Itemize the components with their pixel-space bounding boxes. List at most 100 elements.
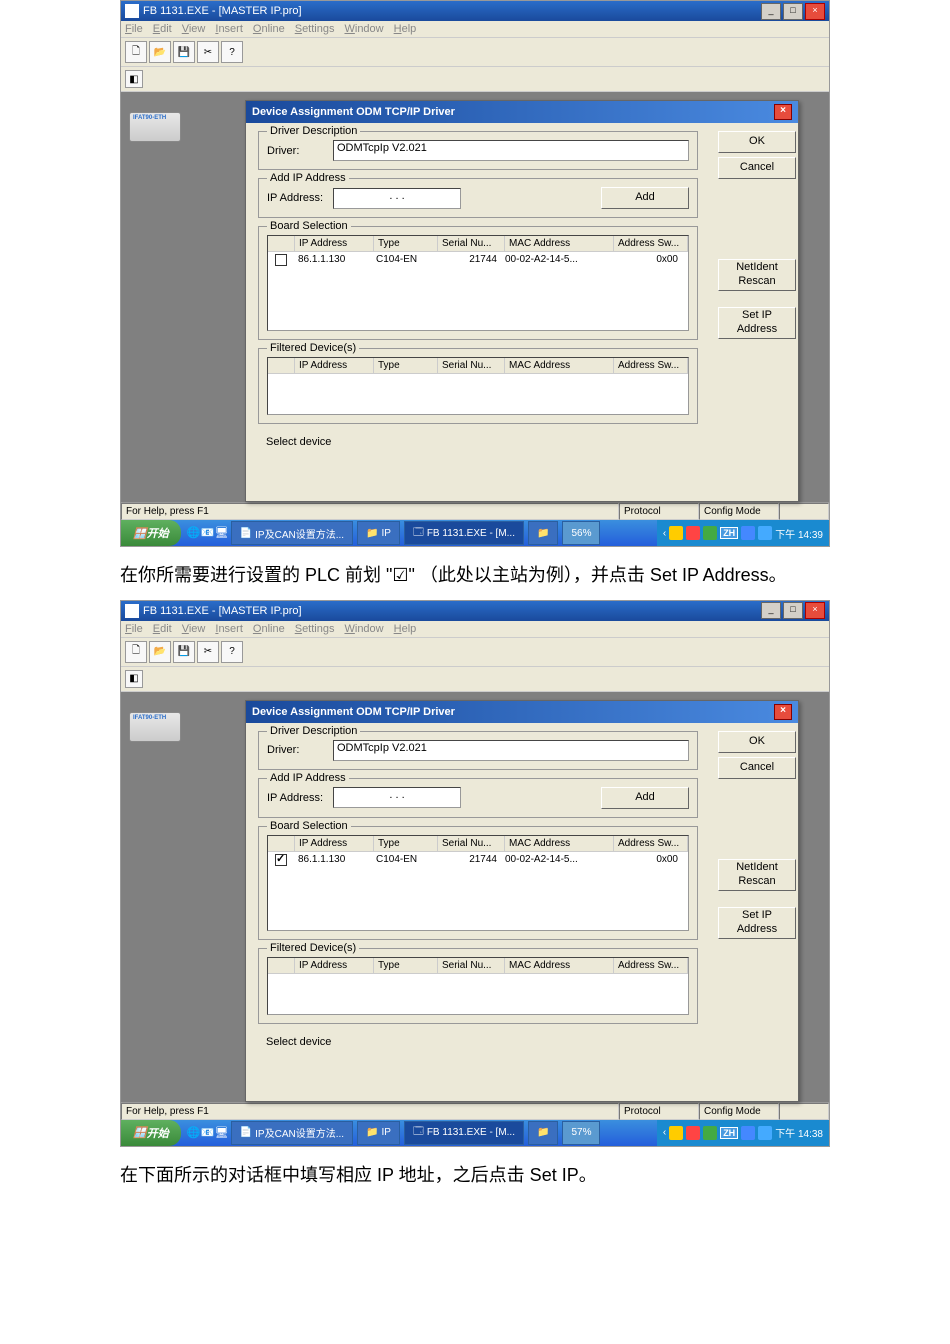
taskbar-item-active[interactable]: 🗔 FB 1131.EXE - [M... <box>404 1121 524 1145</box>
tray-icon[interactable] <box>669 526 683 540</box>
quick-launch-icon[interactable]: 📧 <box>201 1126 215 1140</box>
menu-edit[interactable]: Edit <box>153 23 172 35</box>
taskbar-item[interactable]: 📄 IP及CAN设置方法... <box>231 521 353 545</box>
board-checkbox-checked[interactable] <box>275 854 287 866</box>
menu-view[interactable]: View <box>182 23 206 35</box>
taskbar-item[interactable]: 📁 IP <box>357 1121 400 1145</box>
taskbar-item[interactable]: 📁 <box>528 1121 558 1145</box>
driver-input[interactable]: ODMTcpIp V2.021 <box>333 740 689 761</box>
tray-icon[interactable] <box>741 1126 755 1140</box>
menu-insert[interactable]: Insert <box>215 23 243 35</box>
minimize-button[interactable]: _ <box>761 3 781 20</box>
ip-address-input[interactable]: . . . <box>333 787 461 808</box>
dialog-close-button[interactable]: × <box>774 104 792 120</box>
tray-icon[interactable] <box>741 526 755 540</box>
cancel-button[interactable]: Cancel <box>718 157 796 179</box>
taskbar-item[interactable]: 📄 IP及CAN设置方法... <box>231 1121 353 1145</box>
cut-button[interactable]: ✂ <box>197 41 219 63</box>
col-addr[interactable]: Address Sw... <box>614 836 688 851</box>
menu-insert[interactable]: Insert <box>215 623 243 635</box>
menu-view[interactable]: View <box>182 623 206 635</box>
help-button[interactable]: ? <box>221 641 243 663</box>
save-button[interactable]: 💾 <box>173 641 195 663</box>
add-button[interactable]: Add <box>601 187 689 209</box>
quick-launch-icon[interactable]: 🖥 <box>215 526 229 540</box>
board-checkbox[interactable] <box>275 254 287 266</box>
taskbar-percent[interactable]: 57% <box>562 1121 600 1145</box>
filtered-list[interactable]: IP Address Type Serial Nu... MAC Address… <box>267 357 689 415</box>
col-mac[interactable]: MAC Address <box>505 236 614 251</box>
maximize-button[interactable]: □ <box>783 3 803 20</box>
col-type[interactable]: Type <box>374 236 438 251</box>
col-serial[interactable]: Serial Nu... <box>438 236 505 251</box>
taskbar-item[interactable]: 📁 IP <box>357 521 400 545</box>
filtered-list[interactable]: IP Address Type Serial Nu... MAC Address… <box>267 957 689 1015</box>
menu-window[interactable]: Window <box>344 623 383 635</box>
col-addr[interactable]: Address Sw... <box>614 236 688 251</box>
open-button[interactable]: 📂 <box>149 41 171 63</box>
cancel-button[interactable]: Cancel <box>718 757 796 779</box>
add-button[interactable]: Add <box>601 787 689 809</box>
menu-settings[interactable]: Settings <box>295 23 335 35</box>
quick-launch-icon[interactable]: 📧 <box>201 526 215 540</box>
tray-icon[interactable] <box>703 526 717 540</box>
device-icon[interactable] <box>129 112 181 142</box>
tray-icon[interactable] <box>758 1126 772 1140</box>
menu-online[interactable]: Online <box>253 23 285 35</box>
ok-button[interactable]: OK <box>718 731 796 753</box>
open-button[interactable]: 📂 <box>149 641 171 663</box>
netident-rescan-button[interactable]: NetIdentRescan <box>718 859 796 891</box>
device-button[interactable]: ◧ <box>125 70 143 88</box>
set-ip-address-button[interactable]: Set IPAddress <box>718 907 796 939</box>
menu-file[interactable]: File <box>125 623 143 635</box>
col-ip[interactable]: IP Address <box>295 836 374 851</box>
tray-icon[interactable] <box>703 1126 717 1140</box>
tray-icon[interactable] <box>686 1126 700 1140</box>
device-icon[interactable] <box>129 712 181 742</box>
driver-input[interactable]: ODMTcpIp V2.021 <box>333 140 689 161</box>
tray-icon[interactable] <box>686 526 700 540</box>
taskbar-percent[interactable]: 56% <box>562 521 600 545</box>
netident-rescan-button[interactable]: NetIdentRescan <box>718 259 796 291</box>
col-serial[interactable]: Serial Nu... <box>438 836 505 851</box>
col-type[interactable]: Type <box>374 836 438 851</box>
taskbar-item[interactable]: 📁 <box>528 521 558 545</box>
taskbar-item-active[interactable]: 🗔 FB 1131.EXE - [M... <box>404 521 524 545</box>
language-indicator[interactable]: ZH <box>720 527 738 539</box>
ok-button[interactable]: OK <box>718 131 796 153</box>
quick-launch-icon[interactable]: 🌐 <box>187 1126 201 1140</box>
col-ip[interactable]: IP Address <box>295 236 374 251</box>
menu-window[interactable]: Window <box>344 23 383 35</box>
col-mac[interactable]: MAC Address <box>505 836 614 851</box>
menu-help[interactable]: Help <box>394 23 417 35</box>
board-list[interactable]: IP Address Type Serial Nu... MAC Address… <box>267 835 689 931</box>
save-button[interactable]: 💾 <box>173 41 195 63</box>
maximize-button[interactable]: □ <box>783 602 803 619</box>
new-button[interactable]: 🗋 <box>125 41 147 63</box>
device-button[interactable]: ◧ <box>125 670 143 688</box>
quick-launch-icon[interactable]: 🌐 <box>187 526 201 540</box>
start-button[interactable]: 🪟 开始 <box>121 520 181 546</box>
tray-icon[interactable] <box>758 526 772 540</box>
cut-button[interactable]: ✂ <box>197 641 219 663</box>
tray-icon[interactable] <box>669 1126 683 1140</box>
board-row[interactable]: 86.1.1.130 C104-EN 21744 00-02-A2-14-5..… <box>268 852 688 868</box>
board-list[interactable]: IP Address Type Serial Nu... MAC Address… <box>267 235 689 331</box>
close-button[interactable]: × <box>805 3 825 20</box>
menu-edit[interactable]: Edit <box>153 623 172 635</box>
help-button[interactable]: ? <box>221 41 243 63</box>
start-button[interactable]: 🪟 开始 <box>121 1120 181 1146</box>
new-button[interactable]: 🗋 <box>125 641 147 663</box>
menu-online[interactable]: Online <box>253 623 285 635</box>
menu-settings[interactable]: Settings <box>295 623 335 635</box>
board-row[interactable]: 86.1.1.130 C104-EN 21744 00-02-A2-14-5..… <box>268 252 688 268</box>
language-indicator[interactable]: ZH <box>720 1127 738 1139</box>
minimize-button[interactable]: _ <box>761 602 781 619</box>
set-ip-address-button[interactable]: Set IPAddress <box>718 307 796 339</box>
dialog-close-button[interactable]: × <box>774 704 792 720</box>
quick-launch-icon[interactable]: 🖥 <box>215 1126 229 1140</box>
menu-help[interactable]: Help <box>394 623 417 635</box>
menu-file[interactable]: File <box>125 23 143 35</box>
ip-address-input[interactable]: . . . <box>333 188 461 209</box>
close-button[interactable]: × <box>805 602 825 619</box>
